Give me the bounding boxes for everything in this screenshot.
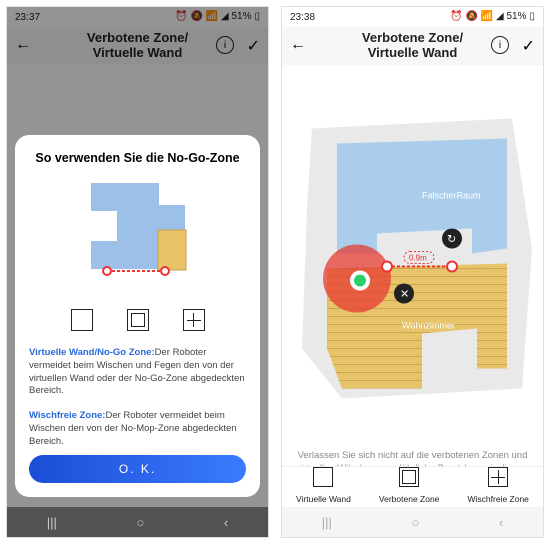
zone-icon-wall <box>71 309 93 331</box>
nav-recent[interactable]: ||| <box>322 515 332 530</box>
nav-home[interactable]: ○ <box>136 515 144 530</box>
floor-map[interactable]: FalscherRaum Wohnzimmer <box>282 65 543 442</box>
nogo-icon <box>399 467 419 487</box>
appbar-title-l1: Verbotene Zone/ <box>362 31 463 46</box>
nomop-icon <box>488 467 508 487</box>
back-icon[interactable]: ← <box>290 36 306 54</box>
android-nav: ||| ○ ‹ <box>7 507 268 537</box>
android-nav: ||| ○ ‹ <box>282 507 543 537</box>
confirm-icon[interactable]: ✓ <box>522 36 535 56</box>
modal-title: So verwenden Sie die No-Go-Zone <box>29 151 246 165</box>
info-icon[interactable]: i <box>491 36 509 54</box>
nav-home[interactable]: ○ <box>411 515 419 530</box>
status-time: 23:38 <box>290 12 315 23</box>
nav-back[interactable]: ‹ <box>224 515 228 530</box>
zone-icon-row <box>29 309 246 331</box>
zone-icon-nomop <box>183 309 205 331</box>
tool-virtual-wall[interactable]: Virtuelle Wand <box>296 467 351 507</box>
tool-nomop-zone[interactable]: Wischfreie Zone <box>468 467 529 507</box>
nav-recent[interactable]: ||| <box>47 515 57 530</box>
phone-left: 23:37 ⏰ 🔕 📶 ◢ 51% ▯ ← Verbotene Zone/ Vi… <box>6 6 269 538</box>
zone-icon-nogo <box>127 309 149 331</box>
status-bar: 23:38 ⏰ 🔕 📶 ◢ 51% ▯ <box>282 7 543 27</box>
app-bar: ← Verbotene Zone/ Virtuelle Wand i ✓ <box>282 27 543 65</box>
tool-forbidden-zone[interactable]: Verbotene Zone <box>379 467 440 507</box>
modal-para1: Virtuelle Wand/No-Go Zone:Der Roboter ve… <box>29 347 246 398</box>
ok-button[interactable]: O. K. <box>29 455 246 483</box>
status-icons: ⏰ 🔕 📶 ◢ 51% <box>450 12 526 22</box>
svg-text:✕: ✕ <box>400 289 409 301</box>
room-label-2: Wohnzimmer <box>402 321 455 331</box>
nav-back[interactable]: ‹ <box>499 515 503 530</box>
room-label-1: FalscherRaum <box>422 191 481 201</box>
wall-icon <box>313 467 333 487</box>
wall-length-label: 0.9m <box>409 254 427 263</box>
appbar-title-l2: Virtuelle Wand <box>362 46 463 61</box>
modal-illustration <box>29 175 246 295</box>
battery-icon: ▯ <box>529 12 535 22</box>
phone-right: 23:38 ⏰ 🔕 📶 ◢ 51% ▯ ← Verbotene Zone/ Vi… <box>281 6 544 538</box>
nogo-help-modal: So verwenden Sie die No-Go-Zone Vir <box>15 135 260 497</box>
modal-para2: Wischfreie Zone:Der Roboter vermeidet be… <box>29 410 246 448</box>
zone-toolbar: Virtuelle Wand Verbotene Zone Wischfreie… <box>282 466 543 507</box>
svg-text:↻: ↻ <box>447 234 456 246</box>
